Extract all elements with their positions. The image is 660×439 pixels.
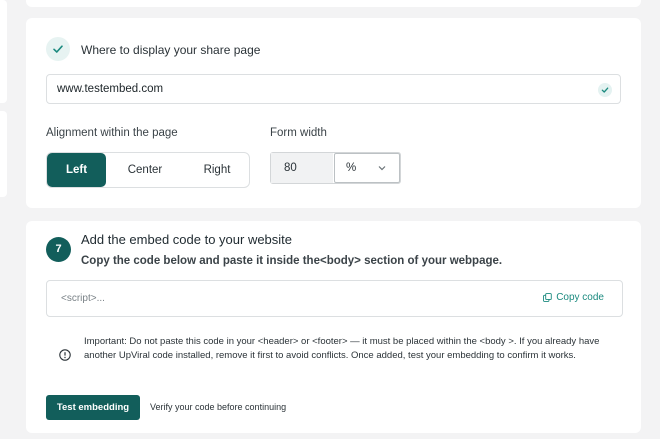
verify-hint: Verify your code before continuing <box>150 402 287 412</box>
form-width-unit-value: % <box>346 162 357 174</box>
form-width-input[interactable]: 80 <box>271 153 333 183</box>
important-notice: Important: Do not paste this code in you… <box>84 336 600 361</box>
check-icon <box>46 37 70 61</box>
alignment-center-button[interactable]: Center <box>113 153 177 187</box>
info-icon <box>59 349 71 361</box>
copy-code-button[interactable]: Copy code <box>543 292 604 303</box>
form-width-unit-select[interactable]: % <box>334 153 400 183</box>
sidebar-panel <box>0 111 7 197</box>
alignment-right-button[interactable]: Right <box>185 153 249 187</box>
alignment-left-button[interactable]: Left <box>47 153 106 187</box>
sidebar-panel <box>0 0 7 103</box>
chevron-down-icon <box>378 166 386 171</box>
embed-section-title: Add the embed code to your website <box>81 232 293 247</box>
copy-code-label: Copy code <box>556 292 604 303</box>
embed-section-subtitle: Copy the code below and paste it inside … <box>81 255 503 267</box>
check-circle-icon <box>598 83 612 97</box>
display-section-title: Where to display your share page <box>81 43 261 57</box>
url-value[interactable]: www.testembed.com <box>57 83 163 95</box>
embed-code-value[interactable]: <script>... <box>61 293 105 304</box>
alignment-label: Alignment within the page <box>46 127 178 139</box>
step-number-badge: 7 <box>46 237 71 262</box>
previous-card <box>26 0 641 7</box>
copy-icon <box>543 293 552 302</box>
test-embedding-button[interactable]: Test embedding <box>46 395 140 420</box>
form-width-control: 80 % <box>270 152 401 184</box>
form-width-label: Form width <box>270 127 327 139</box>
embed-code-field[interactable]: <script>... Copy code <box>46 280 623 317</box>
url-field[interactable]: www.testembed.com <box>46 74 621 104</box>
alignment-segmented-control: Left Center Right <box>46 152 250 188</box>
